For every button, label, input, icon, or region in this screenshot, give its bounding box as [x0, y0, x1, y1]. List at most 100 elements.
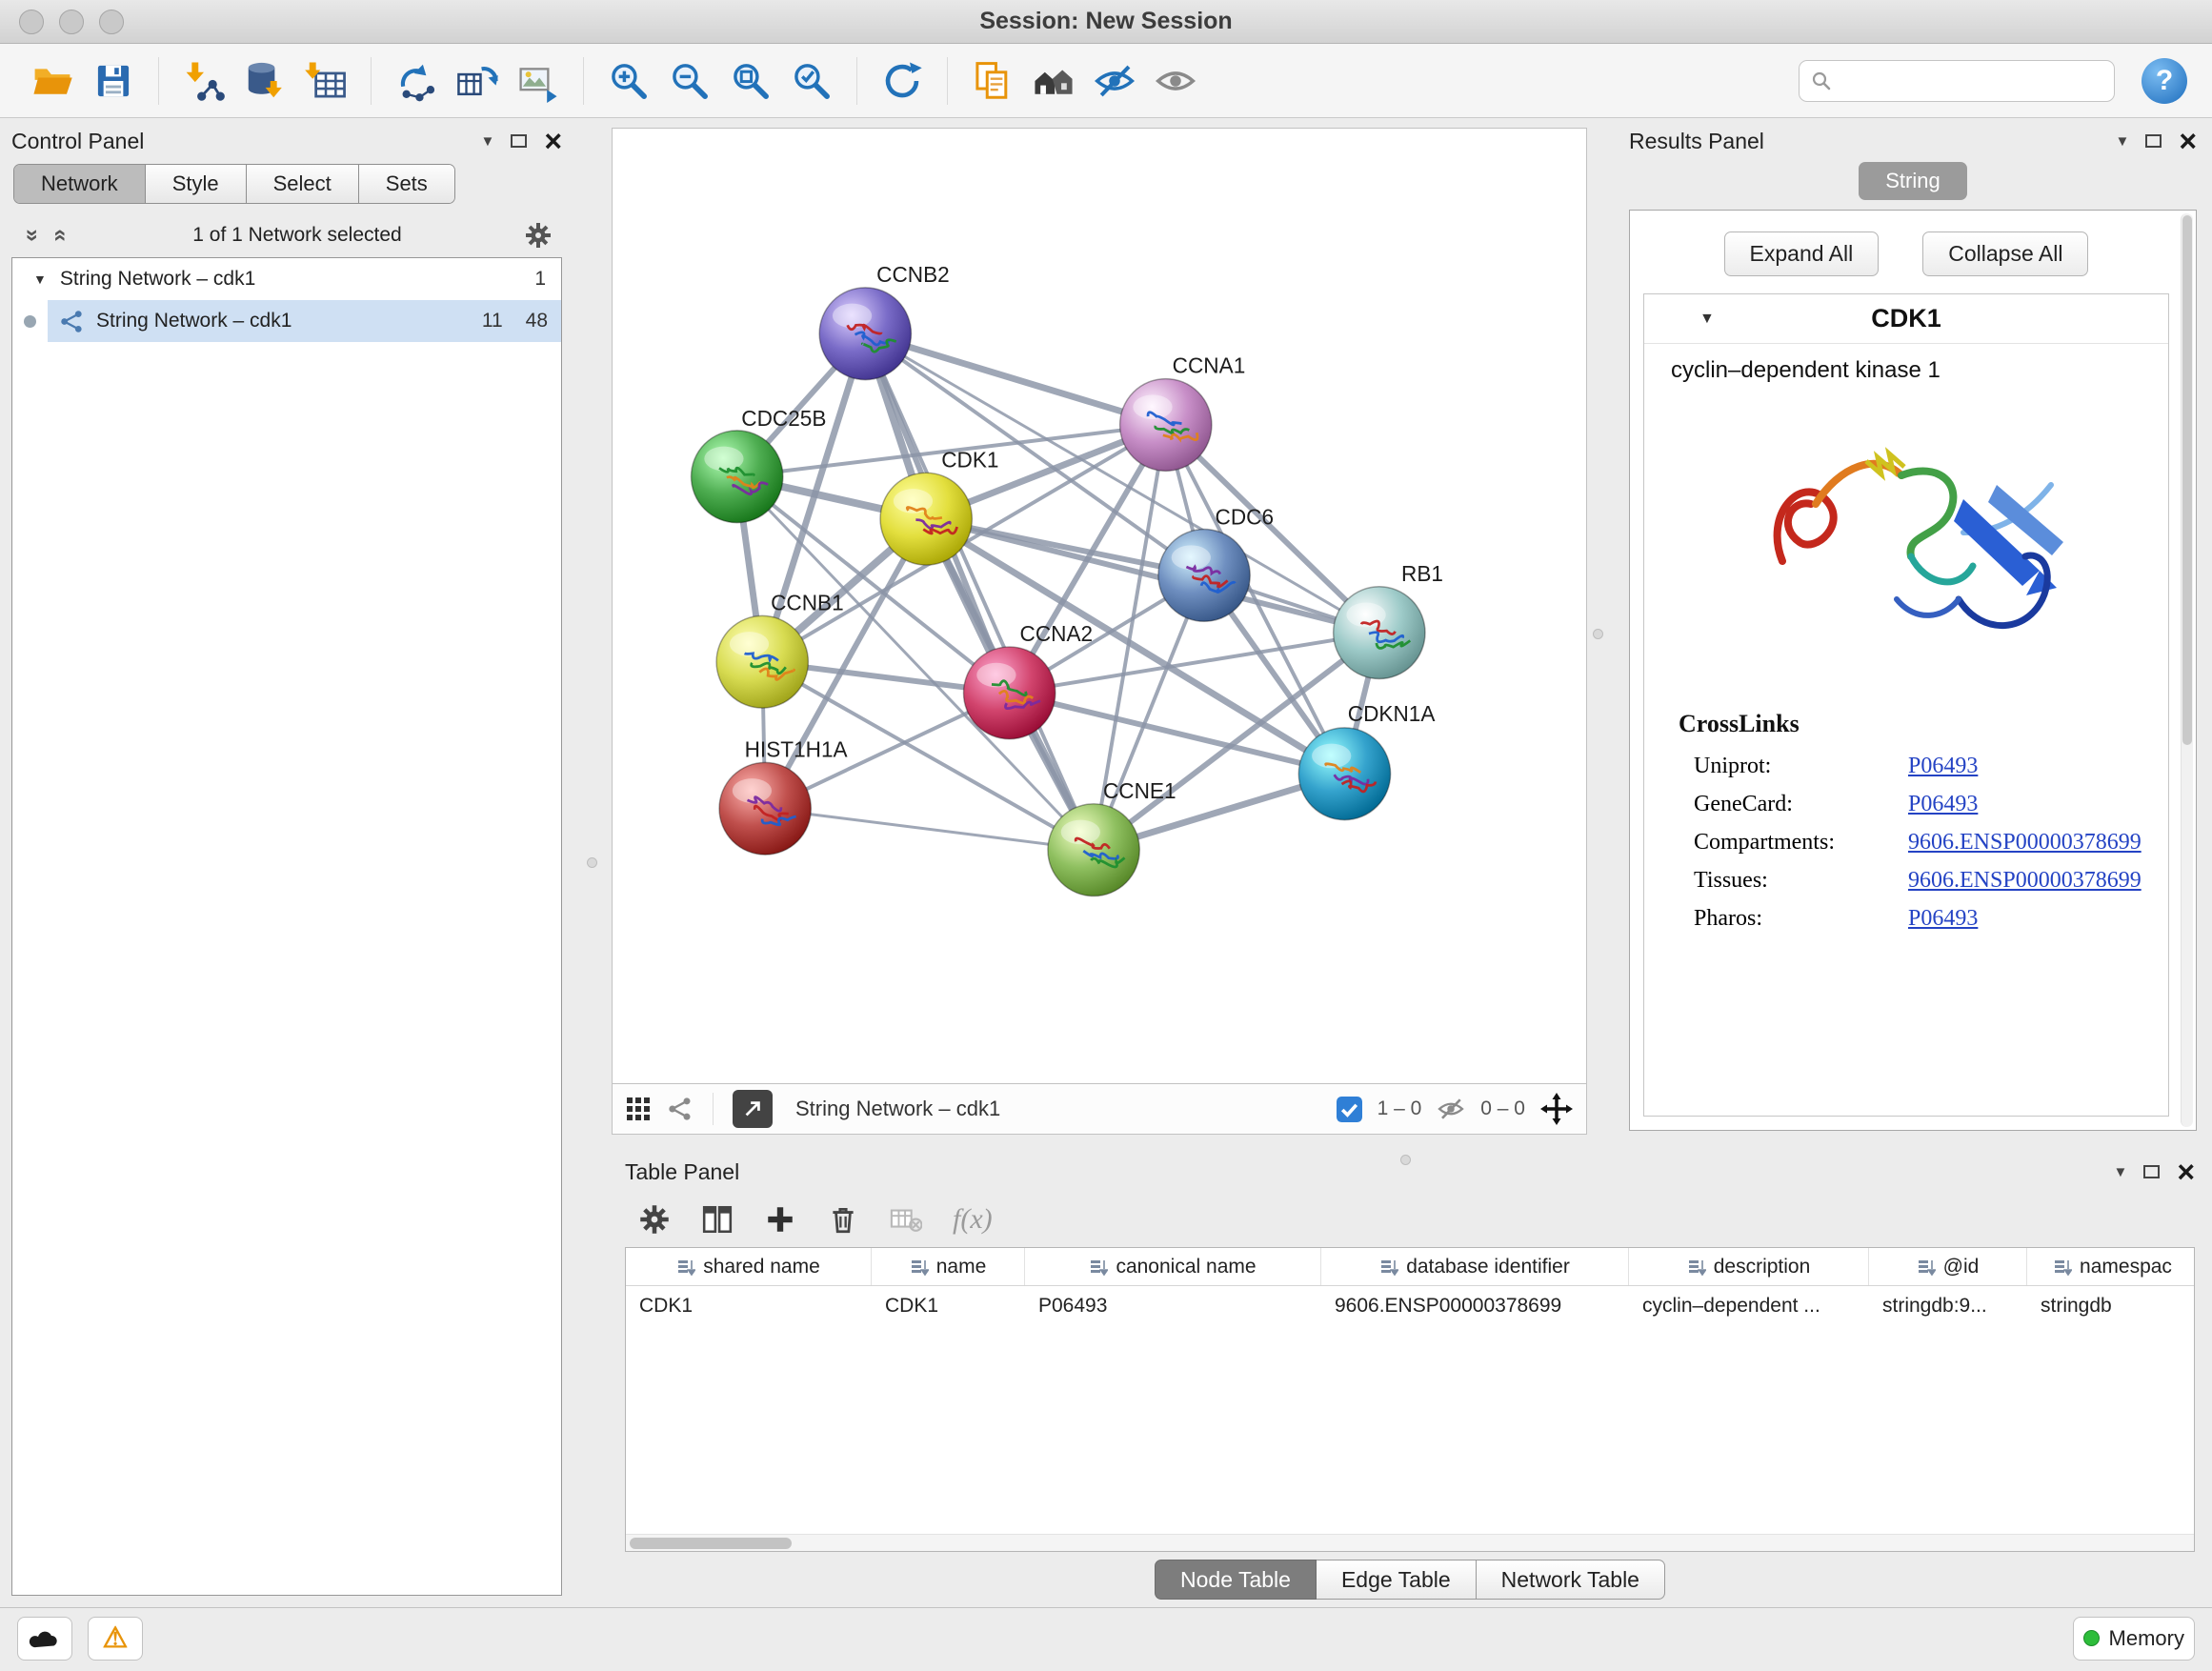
collapse-all-icon[interactable]: »	[19, 224, 46, 247]
gear-icon[interactable]	[524, 221, 553, 250]
import-table-file-button[interactable]	[298, 53, 353, 109]
genecard-link[interactable]: P06493	[1908, 792, 2168, 817]
column-header[interactable]: shared name	[626, 1248, 872, 1285]
table-gear-icon[interactable]	[638, 1203, 671, 1236]
network-collection-row[interactable]: ▼ String Network – cdk1 1	[12, 258, 561, 300]
zoom-selected-button[interactable]	[784, 53, 839, 109]
splitter-handle[interactable]	[1400, 1155, 1411, 1165]
hide-graphics-button[interactable]	[1087, 53, 1142, 109]
close-panel-button[interactable]: ×	[544, 126, 562, 156]
zoom-window-button[interactable]	[99, 10, 124, 34]
close-panel-button[interactable]: ×	[2177, 1157, 2195, 1187]
protein-section-header[interactable]: ▼ CDK1	[1644, 294, 2168, 344]
network-edge[interactable]	[865, 333, 1165, 425]
refresh-layout-button[interactable]	[875, 53, 930, 109]
detach-view-button[interactable]	[733, 1090, 773, 1128]
warnings-button[interactable]: ⚠	[88, 1617, 143, 1661]
collapse-all-button[interactable]: Collapse All	[1922, 232, 2088, 276]
panel-menu-icon[interactable]: ▼	[2113, 1164, 2127, 1180]
memory-button[interactable]: Memory	[2073, 1617, 2195, 1661]
network-edge[interactable]	[865, 333, 1094, 850]
table-horizontal-scrollbar[interactable]	[626, 1534, 2194, 1551]
horizontal-splitter[interactable]	[612, 1135, 1587, 1152]
scrollbar-thumb[interactable]	[630, 1538, 792, 1549]
splitter-handle[interactable]	[1593, 629, 1603, 639]
pharos-link[interactable]: P06493	[1908, 906, 2168, 932]
network-node-HIST1H1A[interactable]	[719, 762, 811, 855]
export-image-button[interactable]	[511, 53, 566, 109]
column-header[interactable]: description	[1629, 1248, 1869, 1285]
cell-id[interactable]: stringdb:9...	[1869, 1295, 2027, 1318]
network-edge[interactable]	[926, 519, 1379, 633]
selected-checkbox-icon[interactable]	[1337, 1097, 1362, 1122]
minimize-window-button[interactable]	[59, 10, 84, 34]
network-node-CDKN1A[interactable]	[1298, 728, 1390, 820]
panel-menu-icon[interactable]: ▼	[480, 133, 494, 150]
add-column-icon[interactable]	[764, 1203, 796, 1236]
cell-canonical-name[interactable]: P06493	[1025, 1295, 1321, 1318]
column-header[interactable]: namespac	[2027, 1248, 2195, 1285]
network-overview-icon[interactable]	[667, 1096, 694, 1122]
tab-network[interactable]: Network	[14, 165, 146, 203]
home-button[interactable]	[1026, 53, 1081, 109]
results-scrollbar[interactable]	[2181, 213, 2193, 1127]
uniprot-link[interactable]: P06493	[1908, 754, 2168, 779]
tree-expand-icon[interactable]: ▼	[33, 272, 47, 287]
copy-document-button[interactable]	[965, 53, 1020, 109]
save-session-button[interactable]	[86, 53, 141, 109]
tab-style[interactable]: Style	[146, 165, 247, 203]
help-button[interactable]: ?	[2142, 58, 2187, 104]
delete-column-icon[interactable]	[827, 1203, 859, 1236]
network-from-table-button[interactable]	[450, 53, 505, 109]
compartments-link[interactable]: 9606.ENSP00000378699	[1908, 830, 2168, 856]
network-node-CCNE1[interactable]	[1048, 804, 1139, 896]
network-node-CCNA2[interactable]	[964, 647, 1056, 739]
network-node-CCNB1[interactable]	[716, 615, 808, 708]
tab-select[interactable]: Select	[247, 165, 359, 203]
cell-description[interactable]: cyclin–dependent ...	[1629, 1295, 1869, 1318]
tissues-link[interactable]: 9606.ENSP00000378699	[1908, 868, 2168, 894]
cell-shared-name[interactable]: CDK1	[626, 1295, 872, 1318]
cloud-button[interactable]	[17, 1617, 72, 1661]
zoom-in-button[interactable]	[601, 53, 656, 109]
column-header[interactable]: database identifier	[1321, 1248, 1629, 1285]
show-graphics-button[interactable]	[1148, 53, 1203, 109]
column-header[interactable]: name	[872, 1248, 1025, 1285]
network-node-CDK1[interactable]	[880, 473, 972, 565]
panel-menu-icon[interactable]: ▼	[2115, 133, 2129, 150]
network-canvas[interactable]: CCNB2CCNA1CDC25BCDK1CDC6RB1CCNB1CCNA2CDK…	[613, 129, 1586, 1083]
grid-view-icon[interactable]	[626, 1097, 652, 1122]
close-panel-button[interactable]: ×	[2179, 126, 2197, 156]
column-header[interactable]: @id	[1869, 1248, 2027, 1285]
import-network-database-button[interactable]	[237, 53, 292, 109]
zoom-out-button[interactable]	[662, 53, 717, 109]
splitter-handle[interactable]	[587, 857, 597, 868]
toolbar-search[interactable]	[1799, 60, 2115, 102]
import-network-file-button[interactable]	[176, 53, 231, 109]
float-panel-button[interactable]	[2144, 132, 2163, 150]
string-tab[interactable]: String	[1859, 162, 1966, 200]
tab-sets[interactable]: Sets	[359, 165, 454, 203]
expand-all-button[interactable]: Expand All	[1724, 232, 1880, 276]
tab-edge-table[interactable]: Edge Table	[1317, 1560, 1477, 1600]
select-columns-icon[interactable]	[701, 1203, 734, 1236]
float-panel-button[interactable]	[510, 132, 529, 150]
function-builder-button[interactable]: f(x)	[953, 1203, 993, 1236]
close-window-button[interactable]	[19, 10, 44, 34]
cell-name[interactable]: CDK1	[872, 1295, 1025, 1318]
network-node-CCNA1[interactable]	[1120, 379, 1212, 472]
cell-database-identifier[interactable]: 9606.ENSP00000378699	[1321, 1295, 1629, 1318]
open-session-button[interactable]	[25, 53, 80, 109]
tab-node-table[interactable]: Node Table	[1155, 1560, 1317, 1600]
delete-table-icon[interactable]	[890, 1203, 922, 1236]
network-node-CDC25B[interactable]	[692, 431, 783, 523]
clone-network-button[interactable]	[389, 53, 444, 109]
tab-network-table[interactable]: Network Table	[1477, 1560, 1665, 1600]
cell-namespace[interactable]: stringdb	[2027, 1295, 2195, 1318]
zoom-fit-button[interactable]	[723, 53, 778, 109]
hidden-eye-icon[interactable]	[1437, 1095, 1465, 1123]
expand-all-icon[interactable]: »	[46, 224, 72, 247]
selected-network-item[interactable]: String Network – cdk1 11 48	[48, 300, 561, 342]
network-edge[interactable]	[765, 809, 1094, 850]
column-header[interactable]: canonical name	[1025, 1248, 1321, 1285]
